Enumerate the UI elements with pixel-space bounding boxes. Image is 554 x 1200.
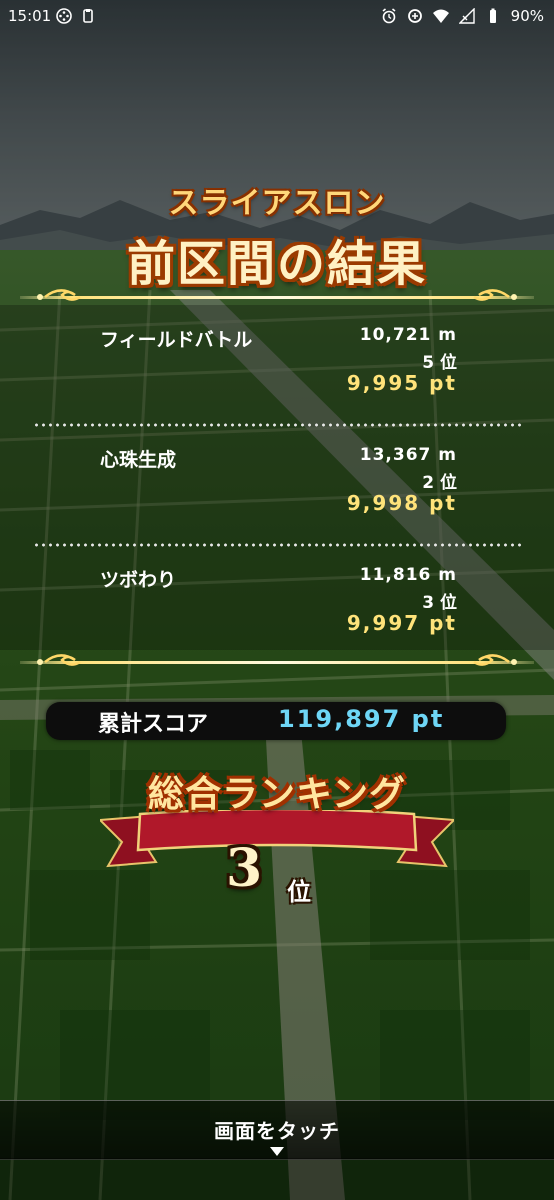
page-title: 前区間の結果: [126, 236, 427, 292]
overall-rank-unit: 位: [287, 878, 311, 906]
event-distance: 13,367 m: [359, 445, 457, 465]
overall-rank-number: 3: [226, 838, 263, 899]
dotted-separator: [33, 423, 523, 427]
event-distance: 10,721 m: [359, 325, 457, 345]
event-points: 9,997 pt: [346, 611, 457, 635]
bottom-ornament-divider: [20, 654, 534, 666]
battery-percentage: 90%: [510, 7, 544, 25]
event-result-row: ツボわり 11,816 m 3 位 9,997 pt: [0, 565, 554, 661]
game-controller-icon: [56, 8, 72, 24]
wifi-icon: [432, 9, 449, 23]
total-score-box: 累計スコア 119,897 pt: [46, 702, 506, 740]
event-name: 心珠生成: [100, 449, 177, 471]
event-rank: 5 位: [422, 353, 457, 373]
event-name: フィールドバトル: [100, 329, 253, 351]
event-result-row: 心珠生成 13,367 m 2 位 9,998 pt: [0, 445, 554, 541]
alarm-icon: [382, 8, 396, 24]
event-series-title: スライアスロン: [168, 186, 386, 221]
clipboard-icon: [83, 9, 93, 23]
signal-icon: [458, 8, 475, 24]
ranking-ribbon: [100, 810, 454, 868]
down-arrow-icon: [270, 1147, 284, 1156]
event-result-row: フィールドバトル 10,721 m 5 位 9,995 pt: [0, 325, 554, 421]
dotted-separator: [33, 543, 523, 547]
event-name: ツボわり: [100, 569, 177, 591]
bottom-strip: [0, 1158, 554, 1200]
event-rank: 2 位: [422, 473, 457, 493]
event-points: 9,995 pt: [346, 371, 457, 395]
results-panel: フィールドバトル 10,721 m 5 位 9,995 pt 心珠生成 13,3…: [0, 305, 554, 650]
data-saver-icon: [407, 9, 422, 23]
total-score-label: 累計スコア: [98, 712, 209, 737]
total-score-value: 119,897 pt: [278, 705, 445, 733]
touch-to-continue-label: 画面をタッチ: [214, 1119, 340, 1143]
battery-icon: [489, 8, 496, 23]
status-time: 15:01: [8, 7, 52, 25]
overall-ranking-title: 総合ランキング: [148, 774, 406, 815]
event-distance: 11,816 m: [359, 565, 457, 585]
touch-to-continue-button[interactable]: 画面をタッチ: [0, 1100, 554, 1160]
result-header: スライアスロン 前区間の結果: [0, 178, 554, 294]
event-points: 9,998 pt: [346, 491, 457, 515]
event-rank: 3 位: [422, 593, 457, 613]
status-bar: 15:01 90%: [0, 0, 554, 34]
